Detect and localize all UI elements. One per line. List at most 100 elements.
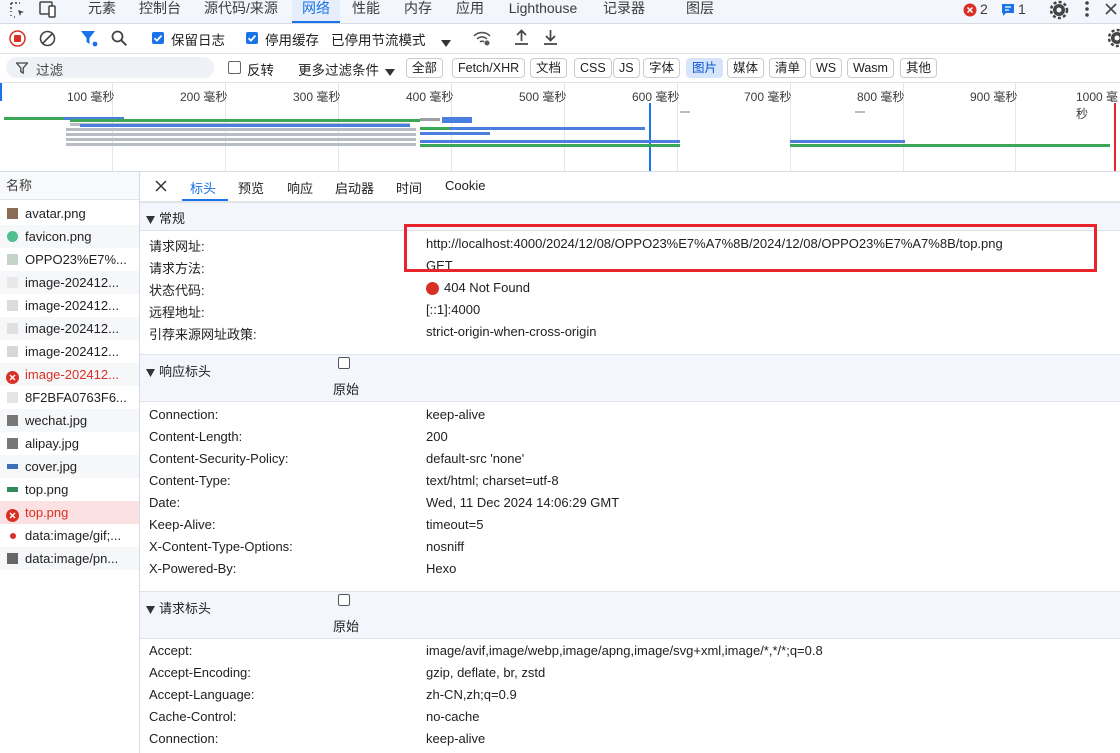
type-filter-all[interactable]: 全部	[406, 58, 444, 78]
request-row[interactable]: image-202412...	[0, 340, 139, 363]
chevron-down-icon[interactable]	[441, 35, 451, 47]
clear-icon[interactable]	[39, 30, 56, 47]
import-har-icon[interactable]	[514, 29, 529, 46]
settings-gear-icon[interactable]	[1049, 0, 1069, 20]
request-raw-checkbox[interactable]	[338, 594, 350, 606]
search-icon[interactable]	[111, 30, 128, 47]
request-row[interactable]: data:image/gif;...	[0, 524, 139, 547]
device-toolbar-icon[interactable]	[38, 1, 58, 19]
more-filters-button[interactable]: 更多过滤条件	[298, 59, 379, 79]
type-filter-fetch-xhr[interactable]: Fetch/XHR	[452, 58, 526, 78]
request-row[interactable]: data:image/pn...	[0, 547, 139, 570]
response-raw-checkbox[interactable]	[338, 357, 350, 369]
request-row[interactable]: OPPO23%E7%...	[0, 248, 139, 271]
type-filter-css[interactable]: CSS	[574, 58, 612, 78]
response-headers-section-header[interactable]: 响应标头 原始	[140, 354, 1120, 402]
more-filters-chevron-down-icon[interactable]	[385, 64, 395, 76]
request-row[interactable]: image-202412...	[0, 294, 139, 317]
type-filter-media[interactable]: 媒体	[727, 58, 765, 78]
network-conditions-icon[interactable]	[472, 29, 492, 47]
header-key: Content-Security-Policy:	[149, 451, 289, 466]
request-row[interactable]: avatar.png	[0, 202, 139, 225]
close-devtools-icon[interactable]	[1104, 2, 1118, 16]
request-row[interactable]: image-202412...	[0, 317, 139, 340]
preserve-log-checkbox[interactable]	[152, 32, 164, 44]
image-thumbnail-icon	[7, 254, 18, 265]
export-har-icon[interactable]	[543, 29, 558, 46]
record-stop-icon[interactable]	[9, 30, 26, 47]
request-headers-section-header[interactable]: 请求标头 原始	[140, 591, 1120, 639]
type-filter-ws[interactable]: WS	[810, 58, 843, 78]
request-name: image-202412...	[25, 298, 119, 313]
type-filter-img[interactable]: 图片	[686, 58, 724, 78]
request-row[interactable]: top.png	[0, 478, 139, 501]
request-row[interactable]: top.png	[0, 501, 139, 524]
invert-label[interactable]: 反转	[247, 59, 274, 79]
tab-preview[interactable]: 预览	[238, 178, 264, 197]
inspect-element-icon[interactable]	[9, 1, 27, 19]
timeline-tick-label: 600 毫秒	[632, 90, 680, 104]
more-options-icon[interactable]	[1083, 0, 1091, 20]
type-filter-wasm[interactable]: Wasm	[847, 58, 894, 78]
devtools-tab-bar: 元素 控制台 源代码/来源 网络 性能 内存 应用 Lighthouse 记录器…	[0, 0, 1120, 24]
disable-cache-checkbox[interactable]	[246, 32, 258, 44]
tab-memory[interactable]: 内存	[398, 0, 438, 23]
tab-performance[interactable]: 性能	[346, 0, 386, 23]
type-filter-js[interactable]: JS	[613, 58, 640, 78]
error-count[interactable]: 2	[980, 1, 988, 17]
tab-timing[interactable]: 时间	[396, 178, 422, 197]
tab-console[interactable]: 控制台	[132, 0, 188, 23]
request-row[interactable]: 8F2BFA0763F6...	[0, 386, 139, 409]
network-settings-gear-icon[interactable]	[1107, 28, 1120, 48]
tab-recorder[interactable]: 记录器	[598, 0, 650, 23]
type-filter-doc[interactable]: 文档	[530, 58, 568, 78]
disable-cache-label[interactable]: 停用缓存	[265, 29, 319, 49]
request-row[interactable]: image-202412...	[0, 363, 139, 386]
timeline-request-bar	[66, 138, 416, 141]
header-value: zh-CN,zh;q=0.9	[426, 687, 517, 702]
tab-cookies[interactable]: Cookie	[445, 178, 485, 193]
tab-lighthouse[interactable]: Lighthouse	[502, 0, 584, 23]
type-filter-other[interactable]: 其他	[900, 58, 938, 78]
tab-initiator[interactable]: 启动器	[335, 178, 374, 197]
filter-input[interactable]: 过滤	[6, 57, 214, 78]
message-count-icon[interactable]	[1001, 3, 1015, 17]
close-detail-icon[interactable]	[155, 180, 167, 192]
header-value: keep-alive	[426, 407, 486, 422]
request-raw-label[interactable]: 原始	[333, 616, 359, 635]
image-thumbnail-icon	[7, 300, 18, 311]
preserve-log-label[interactable]: 保留日志	[171, 29, 225, 49]
tab-layers[interactable]: 图层	[680, 0, 720, 23]
image-thumbnail-icon	[7, 487, 18, 492]
response-headers-title: 响应标头	[159, 364, 212, 379]
message-count[interactable]: 1	[1018, 1, 1026, 17]
response-raw-label[interactable]: 原始	[333, 379, 359, 398]
filter-icon	[15, 62, 29, 75]
request-name: 8F2BFA0763F6...	[25, 390, 127, 405]
type-filter-font[interactable]: 字体	[643, 58, 681, 78]
request-row[interactable]: cover.jpg	[0, 455, 139, 478]
error-count-icon[interactable]	[963, 3, 977, 17]
request-name: image-202412...	[25, 344, 119, 359]
tab-elements[interactable]: 元素	[80, 0, 124, 23]
status-code-value: 404 Not Found	[444, 280, 531, 295]
type-filter-manifest[interactable]: 清单	[769, 58, 807, 78]
tab-headers[interactable]: 标头	[190, 178, 216, 197]
request-list-header[interactable]: 名称	[0, 172, 139, 200]
filter-funnel-icon[interactable]	[80, 30, 98, 47]
tab-network[interactable]: 网络	[292, 0, 340, 23]
request-row[interactable]: favicon.png	[0, 225, 139, 248]
timeline-request-bar	[790, 140, 905, 143]
request-row[interactable]: wechat.jpg	[0, 409, 139, 432]
header-key: Connection:	[149, 407, 219, 422]
timeline-overview[interactable]: 100 毫秒 200 毫秒 300 毫秒 400 毫秒 500 毫秒 600 毫…	[0, 83, 1120, 172]
timeline-tick-label: 900 毫秒	[970, 90, 1018, 104]
request-row[interactable]: alipay.jpg	[0, 432, 139, 455]
tab-application[interactable]: 应用	[450, 0, 490, 23]
tab-response[interactable]: 响应	[287, 178, 313, 197]
request-row[interactable]: image-202412...	[0, 271, 139, 294]
request-name: image-202412...	[25, 367, 119, 382]
throttle-select[interactable]: 已停用节流模式	[331, 29, 426, 49]
invert-checkbox[interactable]	[228, 61, 241, 74]
tab-sources[interactable]: 源代码/来源	[196, 0, 286, 23]
